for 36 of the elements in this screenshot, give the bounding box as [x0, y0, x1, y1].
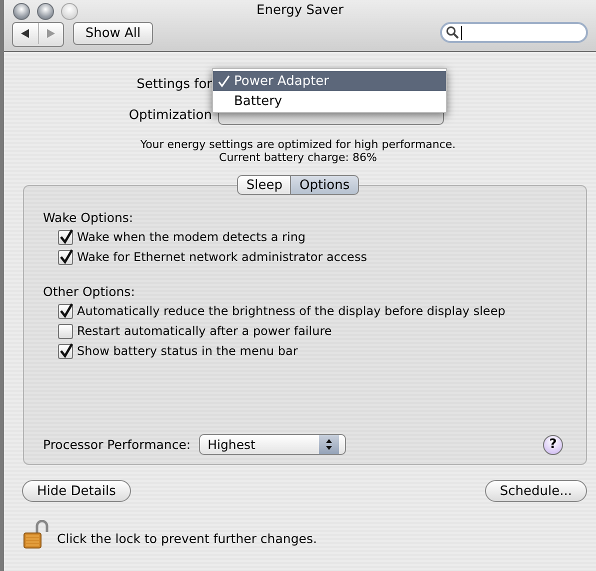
back-forward-control[interactable] — [12, 22, 64, 47]
checkbox[interactable] — [58, 344, 73, 358]
menu-item[interactable]: Battery — [213, 91, 446, 111]
processor-performance-label: Processor Performance: — [43, 437, 191, 452]
hide-details-button[interactable]: Hide Details — [22, 480, 131, 502]
checkbox[interactable] — [58, 304, 73, 318]
processor-performance-popup[interactable]: Highest — [198, 434, 346, 455]
checkbox-label: Show battery status in the menu bar — [77, 344, 298, 358]
settings-for-label: Settings for — [136, 76, 212, 92]
checkbox[interactable] — [58, 230, 73, 244]
checkbox-label: Restart automatically after a power failure — [77, 324, 332, 338]
search-icon — [446, 26, 459, 39]
minimize-button[interactable] — [37, 3, 54, 20]
section-heading: Other Options: — [43, 284, 135, 298]
stepper-arrows-icon — [324, 438, 333, 451]
checkbox-label: Automatically reduce the brightness of the display before display sleep — [77, 304, 506, 318]
tab[interactable]: Options — [291, 175, 359, 195]
info-text: Current battery charge: 86% — [219, 151, 377, 164]
checkbox-label: Wake when the modem detects a ring — [77, 230, 306, 244]
window-title: Energy Saver — [256, 3, 344, 18]
checkbox[interactable] — [58, 250, 73, 264]
close-button[interactable] — [13, 3, 30, 20]
checkmark-icon — [217, 74, 231, 88]
checkbox[interactable] — [58, 324, 73, 338]
show-all-button[interactable]: Show All — [73, 22, 153, 45]
menu-item[interactable]: Power Adapter — [213, 71, 446, 91]
search-field[interactable] — [440, 22, 588, 43]
help-button[interactable]: ? — [543, 434, 563, 454]
section-heading: Wake Options: — [43, 210, 134, 224]
schedule-button[interactable]: Schedule... — [484, 480, 587, 502]
info-text: Your energy settings are optimized for high performance. — [140, 138, 456, 151]
lock-message: Click the lock to prevent further changes. — [57, 530, 317, 546]
checkbox-label: Wake for Ethernet network administrator access — [77, 250, 367, 264]
padlock-icon[interactable] — [23, 520, 49, 550]
tab[interactable]: Sleep — [237, 175, 292, 195]
optimization-label: Optimization — [128, 108, 212, 122]
